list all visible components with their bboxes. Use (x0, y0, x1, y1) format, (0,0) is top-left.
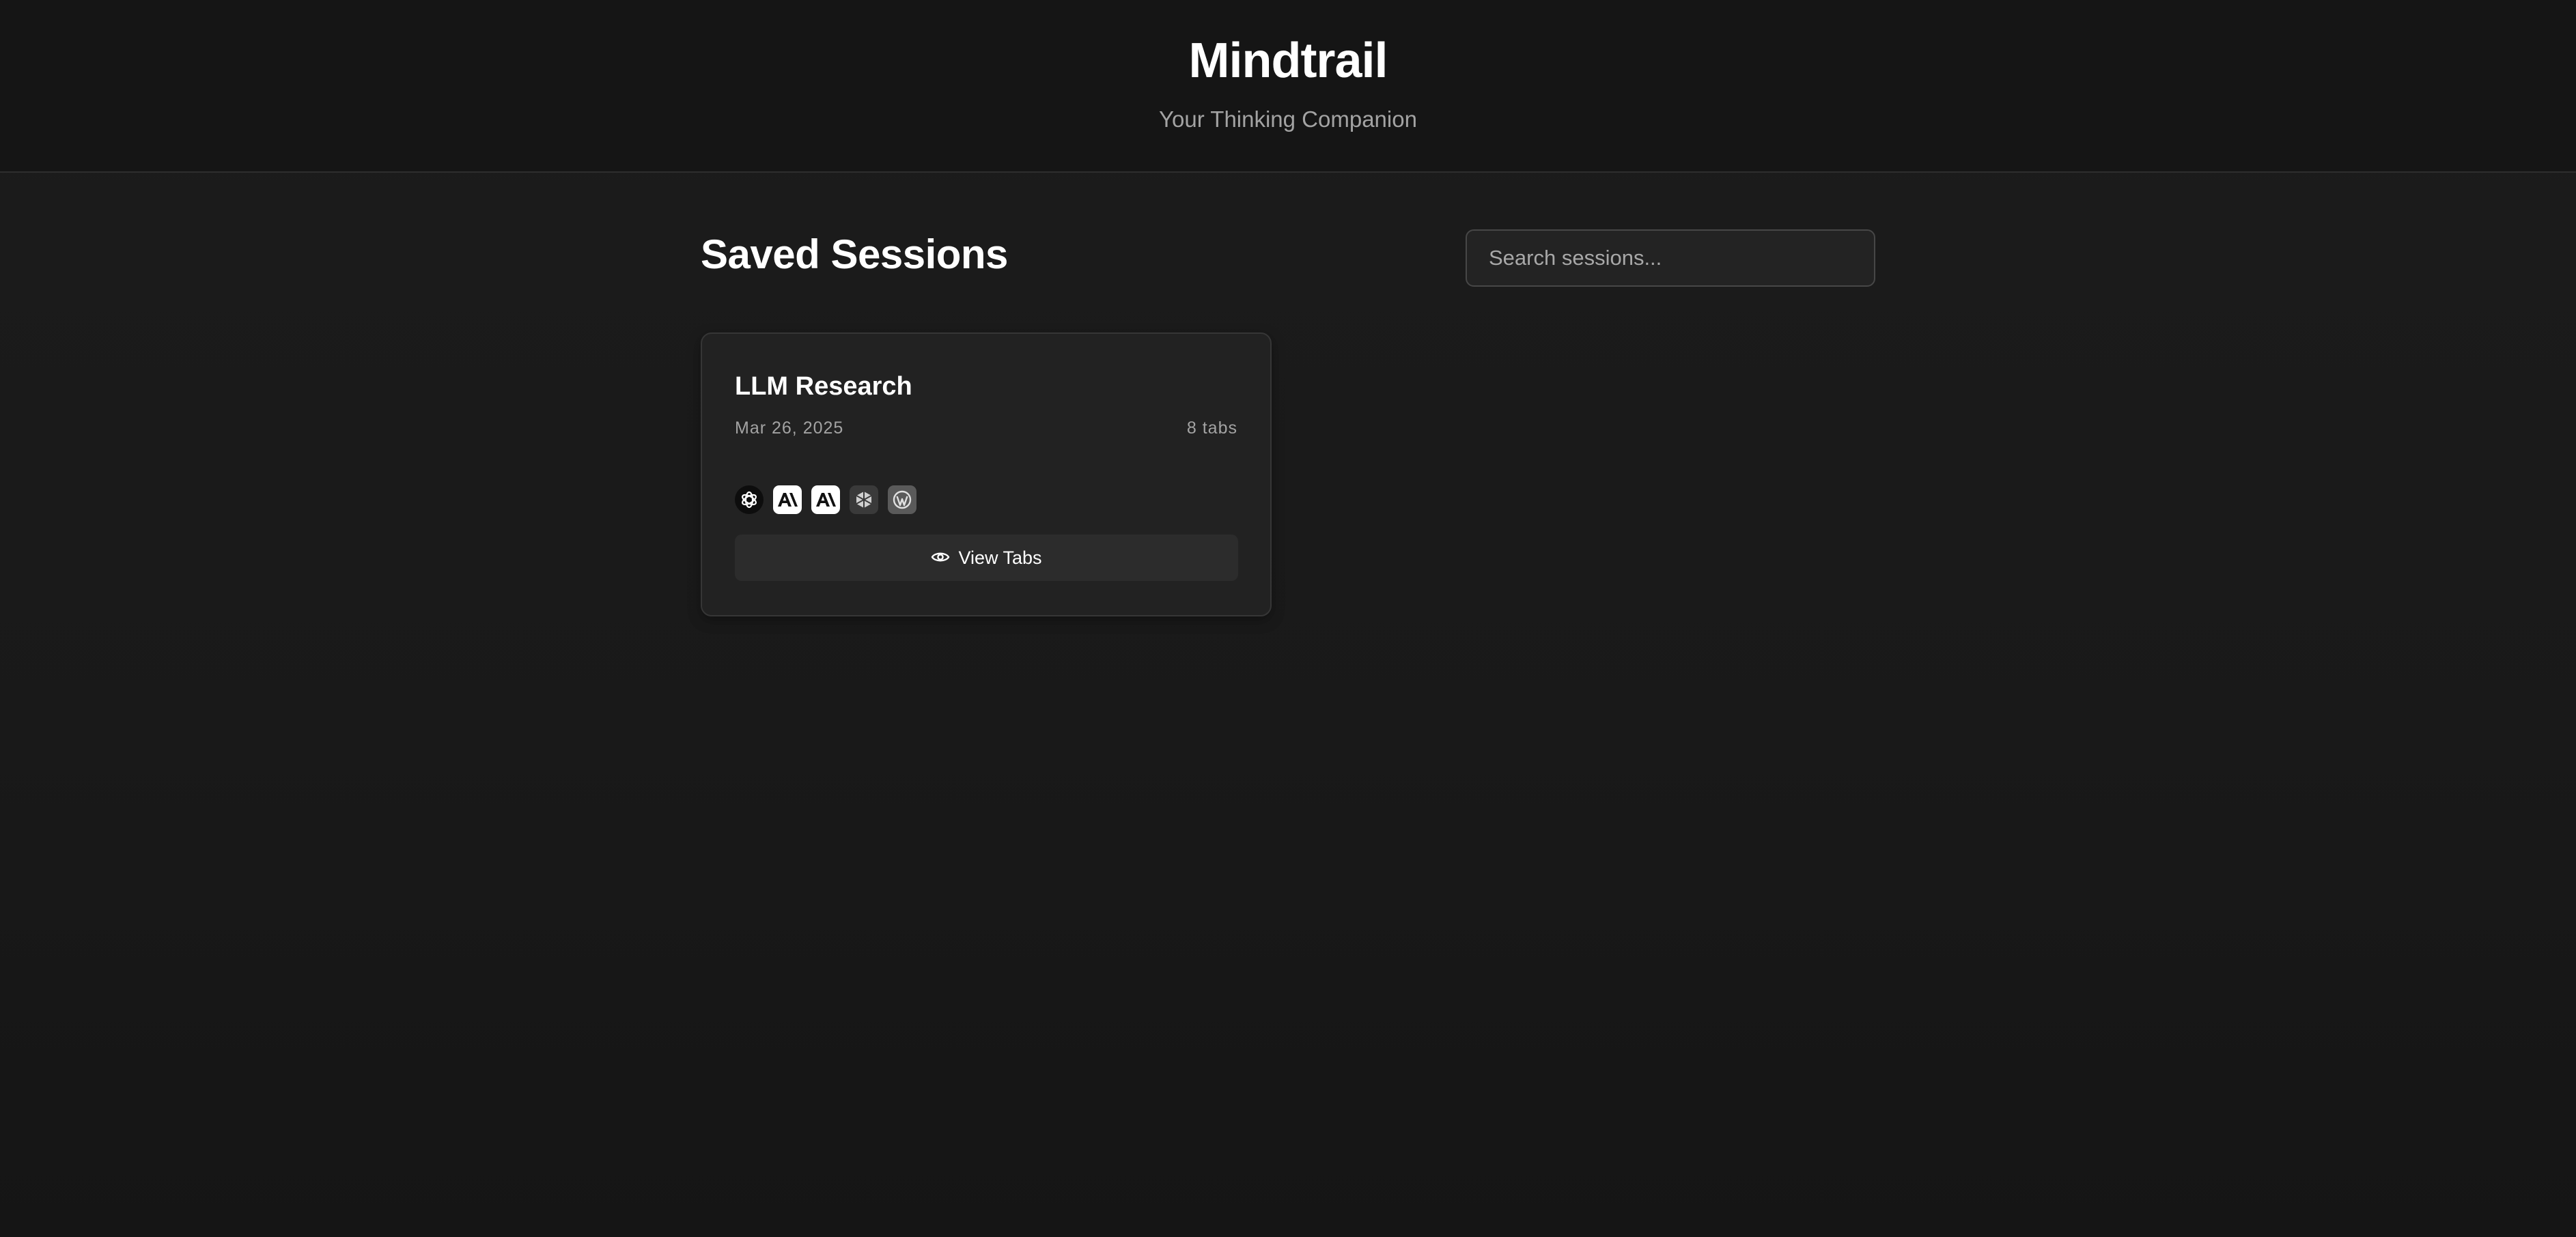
session-card: LLM Research Mar 26, 2025 8 tabs View Ta… (701, 332, 1272, 616)
search-input[interactable] (1466, 229, 1875, 287)
wordpress-icon (888, 485, 916, 514)
anthropic-icon (773, 485, 802, 514)
page-title: Saved Sessions (701, 231, 1008, 277)
eye-icon (931, 548, 950, 569)
session-tab-count: 8 tabs (1186, 418, 1237, 438)
app-title: Mindtrail (1188, 33, 1388, 88)
app-subtitle: Your Thinking Companion (1159, 106, 1417, 132)
app-header: Mindtrail Your Thinking Companion (0, 0, 2576, 173)
view-tabs-button[interactable]: View Tabs (735, 535, 1238, 581)
anthropic-icon (811, 485, 840, 514)
session-date: Mar 26, 2025 (735, 418, 844, 438)
session-title: LLM Research (735, 372, 912, 401)
openai-icon (735, 485, 764, 514)
view-tabs-label: View Tabs (958, 547, 1042, 568)
perplexity-icon (850, 485, 878, 514)
favicon-list (735, 485, 916, 514)
